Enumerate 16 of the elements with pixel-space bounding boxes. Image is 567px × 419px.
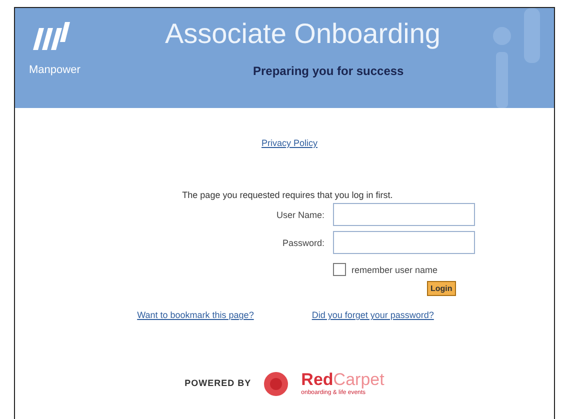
brand-name: Manpower (29, 64, 82, 76)
login-required-message: The page you requested requires that you log in first. (182, 190, 393, 200)
field-label: Password: (281, 238, 324, 248)
powered-by-label: POWERED BY (184, 378, 252, 388)
app-title: Associate Onboarding (165, 18, 441, 50)
help-link[interactable]: Did you forget your password? (312, 310, 434, 320)
privacy-policy-link[interactable]: Privacy Policy (261, 138, 318, 148)
help-link[interactable]: Want to bookmark this page? (137, 310, 254, 320)
field-label: User Name: (275, 210, 324, 220)
brand-logo-text: RedCarpet (301, 370, 384, 390)
checkbox-label: remember user name (352, 264, 438, 274)
login-button[interactable]: Login (426, 281, 456, 296)
remember-checkbox[interactable] (332, 263, 346, 276)
app-subtitle: Preparing you for success (253, 64, 405, 78)
input-field[interactable] (332, 203, 474, 226)
input-field[interactable] (332, 231, 474, 254)
